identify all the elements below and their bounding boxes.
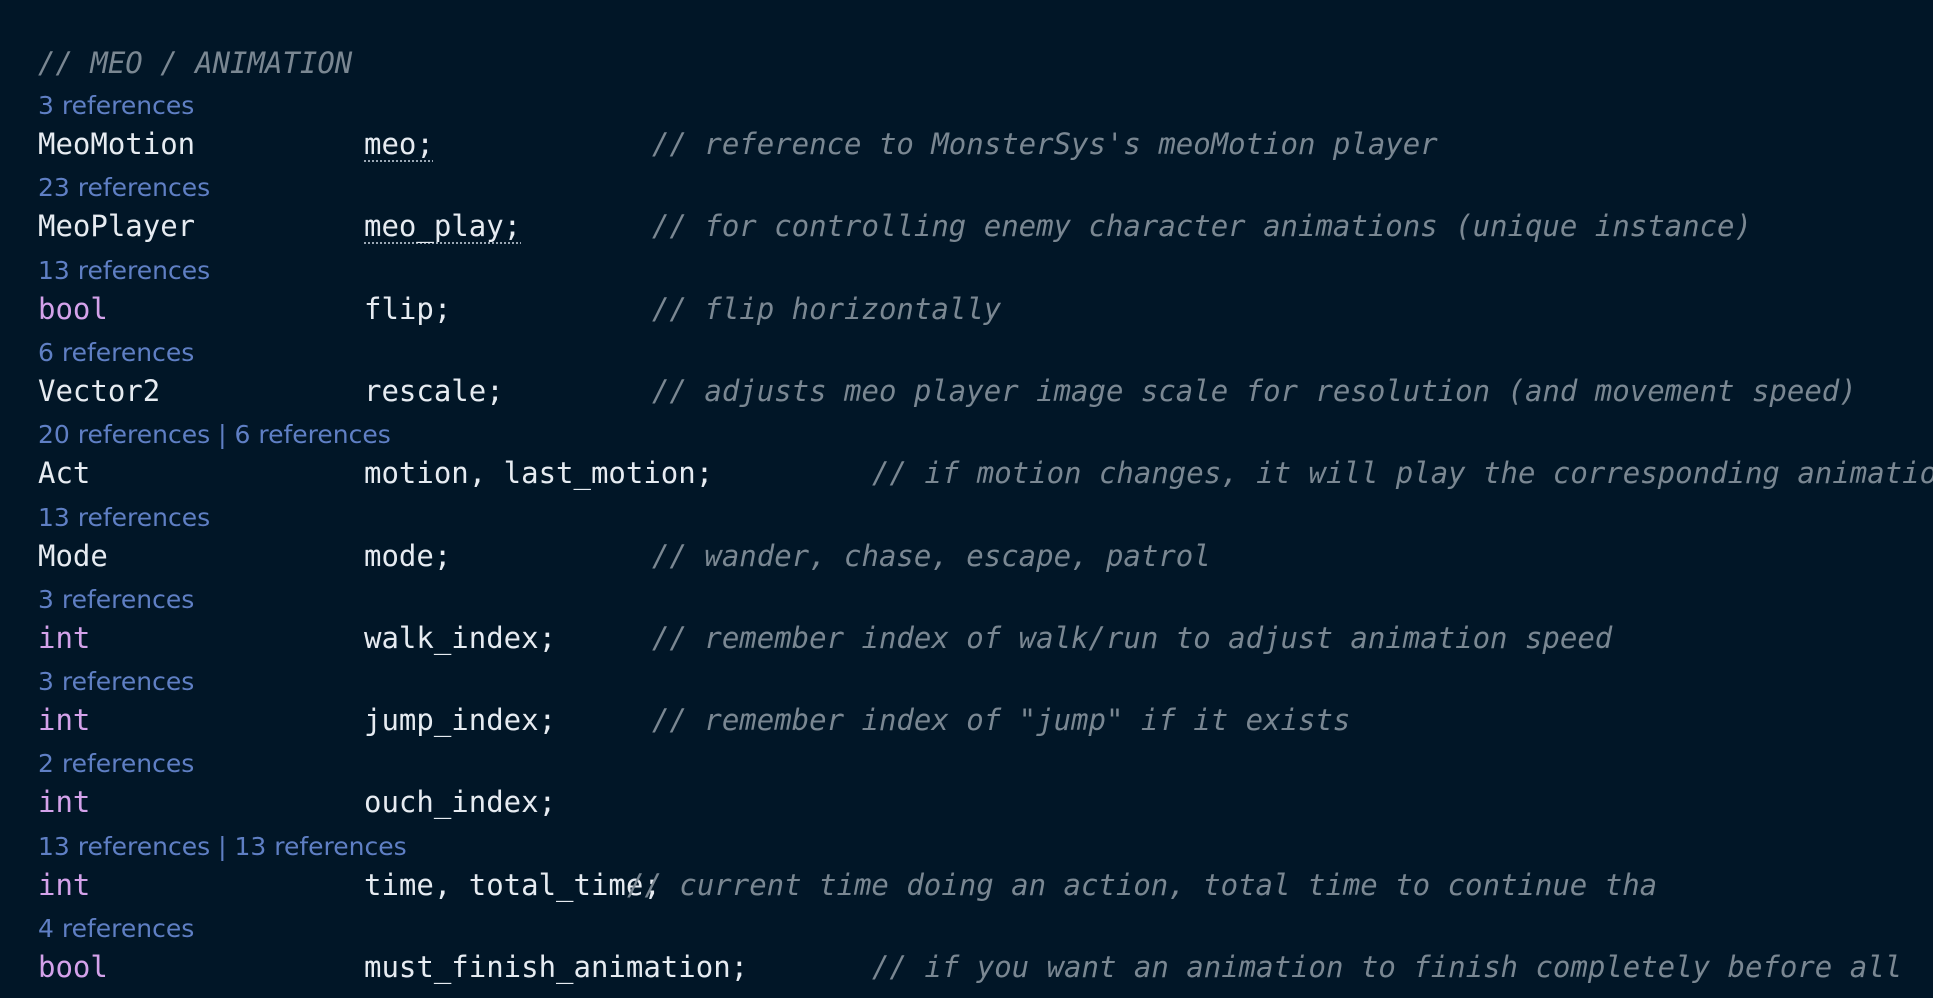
type-token[interactable]: int	[38, 618, 90, 658]
identifier-token[interactable]: time, total_time;	[364, 865, 661, 905]
code-line[interactable]: Mode mode; // wander, chase, escape, patro…	[0, 536, 1933, 576]
identifier-token[interactable]: walk_index;	[364, 618, 556, 658]
codelens-references: 6 references	[38, 335, 194, 371]
codelens-references: 13 references	[38, 253, 210, 289]
identifier-token[interactable]: meo;	[364, 124, 434, 164]
codelens-link[interactable]: 6 references	[234, 420, 390, 449]
comment-token: // remember index of walk/run to adjust …	[652, 621, 1613, 655]
comment-token: // current time doing an action, total t…	[627, 868, 1658, 902]
codelens-link[interactable]: 13 references	[38, 503, 210, 532]
codelens-references: 20 references | 6 references	[38, 417, 391, 453]
codelens-references: 3 references	[38, 664, 194, 700]
type-token[interactable]: MeoMotion	[38, 124, 195, 164]
identifier-token[interactable]: jump_index;	[364, 700, 556, 740]
codelens-link[interactable]: 13 references	[234, 832, 406, 861]
identifier-token[interactable]: mode;	[364, 536, 451, 576]
codelens-link[interactable]: 2 references	[38, 749, 194, 778]
code-line[interactable]: int walk_index; // remember index of walk/…	[0, 618, 1933, 658]
comment-token: // for controlling enemy character anima…	[652, 209, 1752, 243]
code-line[interactable]: int ouch_index;	[0, 782, 1933, 822]
type-token[interactable]: Vector2	[38, 371, 160, 411]
code-editor[interactable]: // MEO / ANIMATION 3 references MeoMotion…	[0, 0, 1933, 998]
type-token[interactable]: int	[38, 700, 90, 740]
code-line[interactable]: int time, total_time;// current time doin…	[0, 865, 1933, 905]
codelens-references: 2 references	[38, 746, 194, 782]
header-comment-line: // MEO / ANIMATION	[0, 43, 1933, 83]
code-line[interactable]: MeoPlayer meo_play; // for controlling ene…	[0, 206, 1933, 246]
codelens-references: 3 references	[38, 582, 194, 618]
code-line[interactable]: bool flip; // flip horizontally	[0, 289, 1933, 329]
codelens-link[interactable]: 23 references	[38, 173, 210, 202]
identifier-token[interactable]: motion, last_motion;	[364, 453, 713, 493]
codelens-references: 13 references	[38, 500, 210, 536]
type-token[interactable]: bool	[38, 289, 108, 329]
code-line[interactable]: MeoMotion meo; // reference to MonsterSys'…	[0, 124, 1933, 164]
identifier-token[interactable]: flip;	[364, 289, 451, 329]
identifier-token[interactable]: meo_play;	[364, 206, 521, 246]
comment-token: // adjusts meo player image scale for re…	[652, 374, 1857, 408]
codelens-link[interactable]: 3 references	[38, 91, 194, 120]
codelens-references: 4 references	[38, 911, 194, 947]
code-line[interactable]: Vector2 rescale; // adjusts meo player ima…	[0, 371, 1933, 411]
codelens-link[interactable]: 13 references	[38, 832, 210, 861]
comment-token: // reference to MonsterSys's meoMotion p…	[652, 127, 1438, 161]
comment-token: // if you want an animation to finish co…	[872, 950, 1903, 984]
code-line[interactable]: bool must_finish_animation; // if you want…	[0, 947, 1933, 987]
codelens-separator: |	[210, 420, 235, 449]
codelens-separator: |	[210, 832, 235, 861]
type-token[interactable]: int	[38, 865, 90, 905]
codelens-references: 3 references	[38, 88, 194, 124]
codelens-references: 23 references	[38, 170, 210, 206]
header-comment: // MEO / ANIMATION	[38, 46, 353, 80]
type-token[interactable]: int	[38, 782, 90, 822]
codelens-references: 13 references | 13 references	[38, 829, 407, 865]
codelens-link[interactable]: 4 references	[38, 914, 194, 943]
codelens-link[interactable]: 6 references	[38, 338, 194, 367]
codelens-link[interactable]: 20 references	[38, 420, 210, 449]
comment-token: // wander, chase, escape, patrol	[652, 539, 1211, 573]
comment-token: // remember index of "jump" if it exists	[652, 703, 1351, 737]
codelens-link[interactable]: 3 references	[38, 585, 194, 614]
code-line[interactable]: int jump_index; // remember index of "jump…	[0, 700, 1933, 740]
identifier-token[interactable]: rescale;	[364, 371, 504, 411]
codelens-link[interactable]: 3 references	[38, 667, 194, 696]
type-token[interactable]: Mode	[38, 536, 108, 576]
identifier-token[interactable]: must_finish_animation;	[364, 947, 748, 987]
type-token[interactable]: MeoPlayer	[38, 206, 195, 246]
type-token[interactable]: Act	[38, 453, 90, 493]
comment-token: // if motion changes, it will play the c…	[872, 456, 1933, 490]
code-line[interactable]: Act motion, last_motion; // if motion chan…	[0, 453, 1933, 493]
type-token[interactable]: bool	[38, 947, 108, 987]
codelens-link[interactable]: 13 references	[38, 256, 210, 285]
identifier-token[interactable]: ouch_index;	[364, 782, 556, 822]
comment-token: // flip horizontally	[652, 292, 1002, 326]
